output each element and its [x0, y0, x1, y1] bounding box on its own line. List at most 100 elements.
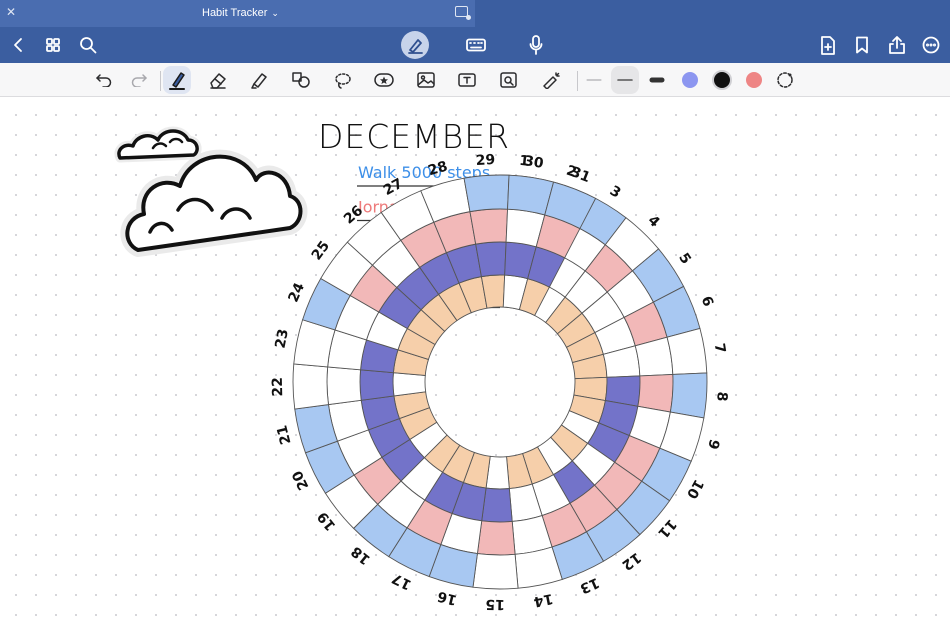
- color-swatch-red[interactable]: [746, 72, 762, 88]
- add-page-button[interactable]: [818, 27, 838, 63]
- day-number: 20: [289, 468, 312, 493]
- pen-mode-icon: [408, 39, 423, 54]
- color-swatch-black-selected[interactable]: [712, 70, 732, 90]
- laser-pointer-tool[interactable]: [537, 66, 565, 94]
- toolbar-divider: [577, 71, 578, 91]
- zoom-window-tool[interactable]: [495, 66, 523, 94]
- habit-cell-read-day-22[interactable]: [392, 372, 427, 397]
- day-number: 12: [619, 549, 644, 573]
- close-tab-icon[interactable]: ✕: [6, 5, 16, 19]
- habit-cell-walk-day-29[interactable]: [463, 174, 510, 213]
- day-number: 5: [675, 250, 694, 267]
- search-button[interactable]: [77, 27, 99, 63]
- habit-cell-walk-day-15[interactable]: [472, 553, 519, 590]
- habit-cell-water-day-29[interactable]: [475, 241, 507, 278]
- habit-cell-journal-day-29[interactable]: [469, 208, 509, 245]
- month-heading: DECEMBER: [318, 117, 510, 156]
- pen-mode-button[interactable]: [401, 31, 429, 59]
- share-button[interactable]: [886, 27, 908, 63]
- grid-icon: [46, 38, 60, 52]
- split-view-icon[interactable]: [455, 6, 471, 20]
- document-title[interactable]: Habit Tracker ⌄: [202, 7, 279, 19]
- undo-button[interactable]: [90, 66, 118, 94]
- more-icon: [922, 36, 940, 54]
- toolbar-divider: [160, 71, 161, 91]
- habit-cell-water-day-15[interactable]: [481, 487, 513, 523]
- color-picker-button[interactable]: [771, 66, 799, 94]
- redo-button[interactable]: [125, 66, 153, 94]
- shapes-tool[interactable]: [287, 66, 315, 94]
- zoom-window-icon: [500, 72, 517, 88]
- day-number: 22: [270, 377, 286, 397]
- stroke-thin-icon: [586, 79, 602, 81]
- small-cloud-doodle: [114, 126, 202, 163]
- day-number: 23: [273, 328, 292, 350]
- chevron-left-icon: [14, 38, 22, 52]
- laser-pointer-icon: [543, 72, 560, 89]
- title-bar: ✕ Habit Tracker ⌄: [0, 0, 950, 27]
- day-number: 30: [523, 153, 545, 172]
- day-number: 24: [286, 280, 309, 305]
- stroke-medium-icon: [617, 79, 633, 81]
- color-picker-icon: [777, 72, 793, 88]
- day-number: 6: [698, 294, 716, 309]
- habit-cell-walk-day-8[interactable]: [669, 372, 708, 419]
- day-number: 21: [274, 423, 294, 446]
- keyboard-icon: [466, 38, 486, 52]
- day-number: 11: [654, 516, 679, 541]
- more-options-button[interactable]: [920, 27, 942, 63]
- thumbnails-button[interactable]: [43, 27, 63, 63]
- microphone-button[interactable]: [527, 27, 545, 63]
- eraser-tool[interactable]: [204, 66, 232, 94]
- stroke-medium-option[interactable]: [611, 66, 639, 94]
- habit-cell-water-day-22[interactable]: [359, 369, 395, 401]
- day-number: 31: [568, 164, 592, 186]
- keyboard-button[interactable]: [465, 27, 487, 63]
- bookmark-button[interactable]: [853, 27, 871, 63]
- habit-cell-journal-day-8[interactable]: [637, 373, 674, 413]
- color-swatch-blue[interactable]: [682, 72, 698, 88]
- share-icon: [889, 36, 905, 54]
- document-tab[interactable]: ✕ Habit Tracker ⌄: [0, 0, 475, 27]
- undo-icon: [96, 74, 112, 87]
- day-number: 29: [475, 152, 495, 169]
- pen-tool[interactable]: [163, 66, 191, 94]
- day-number: 25: [309, 238, 333, 263]
- habit-cell-walk-day-22[interactable]: [292, 363, 329, 410]
- document-title-label: Habit Tracker: [202, 7, 268, 19]
- eraser-icon: [210, 73, 226, 89]
- habit-cell-journal-day-22[interactable]: [326, 366, 362, 406]
- stroke-thick-icon: [649, 77, 665, 83]
- day-number: 18: [348, 543, 373, 568]
- day-number: 7: [711, 342, 728, 354]
- lasso-icon: [335, 73, 351, 89]
- add-page-icon: [821, 35, 835, 55]
- back-button[interactable]: [8, 27, 28, 63]
- stroke-thin-option[interactable]: [580, 66, 608, 94]
- sticker-tool[interactable]: [370, 66, 398, 94]
- bookmark-icon: [856, 36, 868, 54]
- habit-tracker-drawing: DECEMBER Walk 5000 stepsJornalling8 cups…: [114, 117, 730, 612]
- nav-bar: [0, 27, 950, 63]
- search-icon: [80, 37, 97, 54]
- redo-icon: [131, 74, 147, 87]
- image-icon: [417, 72, 435, 88]
- large-cloud-doodle: [120, 149, 308, 257]
- day-number: 3: [607, 183, 624, 202]
- day-number: 17: [390, 570, 415, 593]
- text-tool[interactable]: [453, 66, 481, 94]
- habit-wheel: [292, 174, 708, 590]
- day-number: 13: [577, 574, 601, 596]
- day-number: 16: [436, 588, 459, 608]
- lasso-tool[interactable]: [329, 66, 357, 94]
- habit-cell-walk-day-7[interactable]: [666, 327, 708, 375]
- shapes-icon: [292, 72, 310, 88]
- habit-cell-journal-day-15[interactable]: [476, 520, 516, 556]
- stroke-thick-option[interactable]: [643, 66, 671, 94]
- highlighter-tool[interactable]: [245, 66, 273, 94]
- pen-icon: [169, 72, 185, 90]
- note-canvas[interactable]: DECEMBER Walk 5000 stepsJornalling8 cups…: [0, 97, 950, 620]
- day-number: 4: [644, 212, 662, 230]
- image-tool[interactable]: [412, 66, 440, 94]
- text-box-icon: [458, 73, 476, 87]
